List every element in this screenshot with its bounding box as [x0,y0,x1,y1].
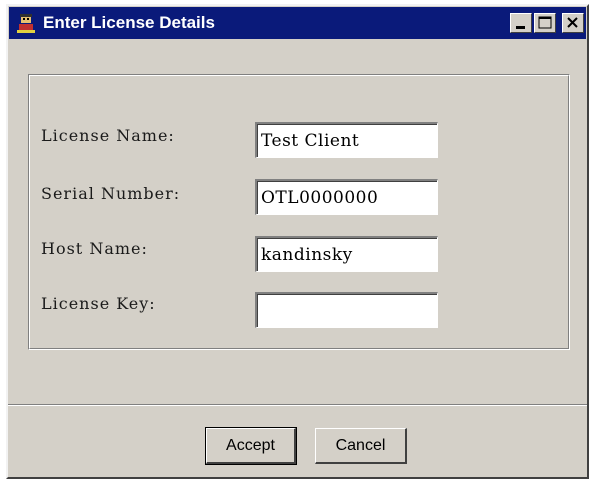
license-name-label: License Name: [41,126,175,145]
close-button[interactable] [562,13,584,33]
serial-number-field[interactable]: OTL0000000 [255,179,438,215]
app-person-icon [15,12,37,34]
host-name-field[interactable]: kandinsky [255,236,438,272]
cancel-button[interactable]: Cancel [315,428,407,464]
serial-number-label: Serial Number: [41,184,181,203]
title-bar[interactable]: Enter License Details [9,7,586,39]
button-separator [8,404,587,406]
close-icon [567,17,578,28]
license-key-field[interactable] [255,292,438,328]
minimize-button[interactable] [510,13,532,33]
window-title: Enter License Details [43,13,215,32]
license-dialog: Enter License Details License Name: Test… [6,4,589,479]
maximize-button[interactable] [534,13,556,33]
minimize-icon [516,26,525,29]
license-key-label: License Key: [41,294,156,313]
license-name-field[interactable]: Test Client [255,122,438,158]
maximize-icon [538,16,552,29]
accept-button[interactable]: Accept [205,427,297,465]
host-name-label: Host Name: [41,239,148,258]
